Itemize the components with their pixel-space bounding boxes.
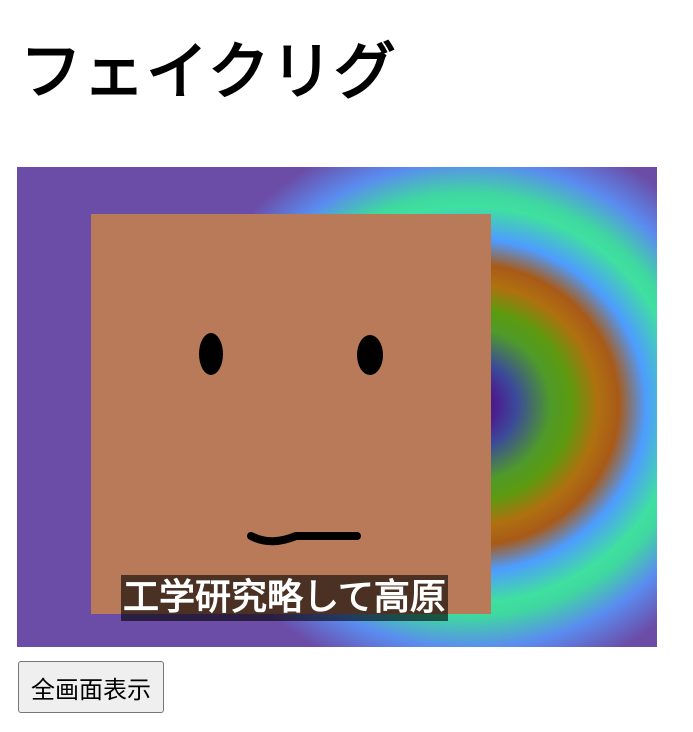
video-player[interactable]: 工学研究略して高原: [17, 167, 657, 647]
face-features: [199, 333, 383, 546]
right-eye-icon: [357, 335, 383, 375]
mouth-icon: [247, 532, 361, 546]
video-subtitle: 工学研究略して高原: [121, 575, 448, 621]
page: フェイクリグ 工学研究略して高原 全画面表示: [0, 0, 693, 732]
left-eye-icon: [199, 333, 223, 375]
fullscreen-button[interactable]: 全画面表示: [18, 661, 164, 713]
page-title: フェイクリグ: [20, 35, 397, 108]
face-illustration: [91, 214, 491, 614]
